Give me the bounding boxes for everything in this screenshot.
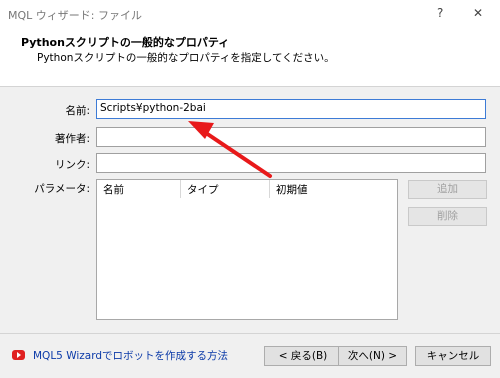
name-label: 名前: (65, 105, 90, 117)
help-button[interactable]: ? (437, 6, 443, 20)
footer-divider (0, 333, 500, 334)
column-header-type[interactable]: タイプ (181, 180, 270, 198)
add-button[interactable]: 追加 (408, 180, 487, 199)
video-icon (12, 350, 25, 360)
parameters-list[interactable]: 名前 タイプ 初期値 (96, 179, 398, 320)
header-divider (0, 86, 500, 87)
name-input[interactable]: Scripts¥python-2bai (96, 99, 486, 119)
column-header-initial-value[interactable]: 初期値 (270, 180, 397, 198)
back-button[interactable]: < 戻る(B) (264, 346, 342, 366)
author-input[interactable] (96, 127, 486, 147)
header-subtitle: Pythonスクリプトの一般的なプロパティを指定してください。 (37, 52, 335, 64)
link-input[interactable] (96, 153, 486, 173)
window-title: MQL ウィザード: ファイル (8, 9, 142, 22)
close-button[interactable]: ✕ (473, 6, 483, 20)
delete-button[interactable]: 削除 (408, 207, 487, 226)
column-header-name[interactable]: 名前 (97, 180, 181, 198)
author-label: 著作者: (54, 133, 90, 145)
cancel-button[interactable]: キャンセル (415, 346, 491, 366)
parameters-label: パラメータ: (34, 183, 90, 195)
help-link[interactable]: MQL5 Wizardでロボットを作成する方法 (33, 348, 228, 363)
link-label: リンク: (54, 159, 90, 171)
header-title: Pythonスクリプトの一般的なプロパティ (21, 36, 230, 49)
next-button[interactable]: 次へ(N) > (338, 346, 407, 366)
